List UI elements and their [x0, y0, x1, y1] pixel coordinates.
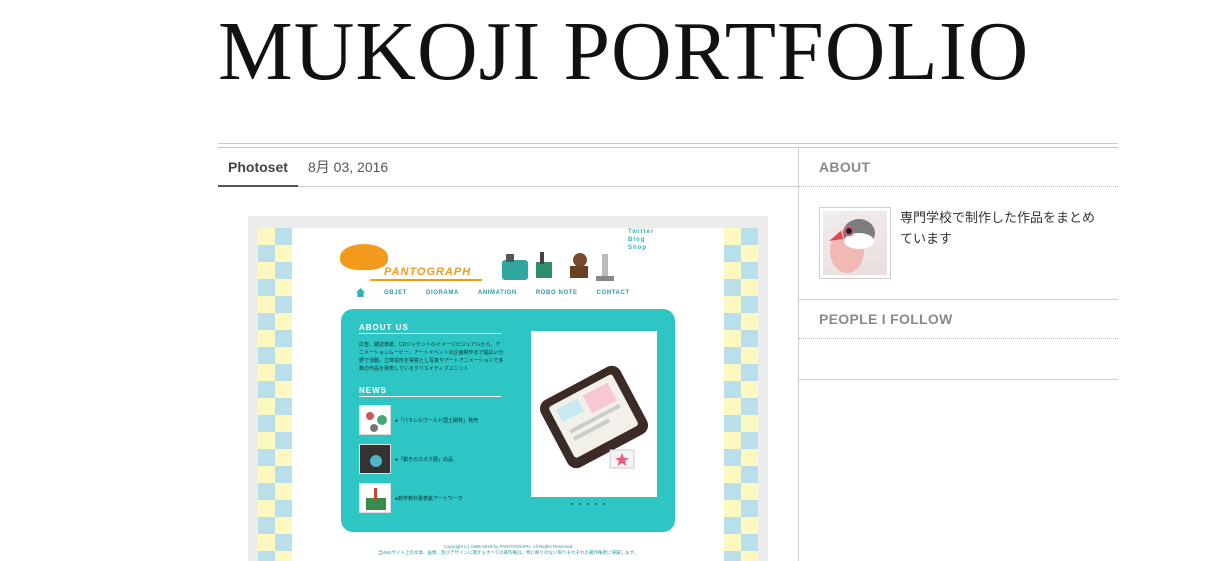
carousel-dots[interactable]	[571, 503, 605, 505]
post-meta-bar: Photoset 8月 03, 2016	[218, 148, 798, 187]
follow-heading: PEOPLE I FOLLOW	[819, 311, 953, 327]
featured-photo[interactable]	[531, 331, 657, 497]
heading-rule	[359, 333, 501, 334]
photoset-image[interactable]: PANTOGRAPH Twitter Blog Shop OBJET DIORA…	[248, 216, 768, 561]
about-us-heading: ABOUT US	[359, 323, 409, 332]
nav-robo-note[interactable]: ROBO NOTE	[536, 290, 578, 296]
news-item[interactable]: ●「動きのカガク展」出品	[359, 444, 453, 474]
header-rule-top	[218, 143, 1118, 144]
about-header: ABOUT	[799, 148, 1118, 187]
about-us-body: 広告、雑誌表紙、CDジャケットのイメージビジュアルから、アニメーションムービー、…	[359, 342, 504, 372]
nav-animation[interactable]: ANIMATION	[478, 290, 517, 296]
news-item[interactable]: ●数学教科書表紙アートワーク	[359, 483, 463, 513]
nav-diorama[interactable]: DIORAMA	[426, 290, 459, 296]
site-nav: OBJET DIORAMA ANIMATION ROBO NOTE CONTAC…	[356, 288, 656, 297]
nav-objet[interactable]: OBJET	[384, 290, 407, 296]
news-heading: NEWS	[359, 386, 387, 395]
about-description: 専門学校で制作した作品をまとめています	[900, 210, 1096, 246]
news-thumbnail-icon	[359, 444, 391, 474]
copyright-note: 当Webサイト上の文章、画像、及びデザインに関するすべての著作権は、特に断りのな…	[377, 550, 639, 555]
post-type-tab[interactable]: Photoset	[218, 148, 298, 187]
news-text: ●「動きのカガク展」出品	[395, 456, 454, 463]
news-text: ●数学教科書表紙アートワーク	[395, 495, 463, 502]
news-item[interactable]: ●「パラレルワールド国土開発」発売	[359, 405, 478, 435]
heading-rule	[359, 396, 501, 397]
bird-photo-icon	[823, 211, 887, 275]
copyright-text: Copyright (c) 1988-2016 by PANTOGRAPH. A…	[292, 544, 724, 556]
news-text: ●「パラレルワールド国土開発」発売	[395, 417, 479, 424]
checker-pattern-left	[258, 228, 292, 561]
pantograph-logo-icon	[340, 244, 388, 270]
checker-pattern-right	[724, 228, 758, 561]
pantograph-site-screenshot: PANTOGRAPH Twitter Blog Shop OBJET DIORA…	[292, 228, 724, 561]
content-panel: ABOUT US 広告、雑誌表紙、CDジャケットのイメージビジュアルから、アニメ…	[341, 309, 675, 532]
site-title[interactable]: MUKOJI PORTFOLIO	[218, 10, 1029, 94]
pantograph-logo-text: PANTOGRAPH	[384, 266, 472, 278]
column-divider	[798, 148, 799, 561]
news-thumbnail-icon	[359, 405, 391, 435]
external-links: Twitter Blog Shop	[628, 228, 654, 252]
nav-contact[interactable]: CONTACT	[597, 290, 630, 296]
post-date[interactable]: 8月 03, 2016	[308, 148, 388, 187]
toy-figures-icon	[502, 252, 614, 281]
star-block-icon	[609, 449, 635, 469]
avatar[interactable]	[819, 207, 891, 279]
logo-underline	[370, 279, 482, 281]
blog-link[interactable]: Blog	[628, 236, 654, 244]
follow-header: PEOPLE I FOLLOW	[799, 300, 1118, 339]
home-icon[interactable]	[356, 288, 365, 297]
sidebar-rule	[799, 379, 1118, 380]
about-heading: ABOUT	[819, 159, 871, 175]
twitter-link[interactable]: Twitter	[628, 228, 654, 236]
news-thumbnail-icon	[359, 483, 391, 513]
shop-link[interactable]: Shop	[628, 244, 654, 252]
